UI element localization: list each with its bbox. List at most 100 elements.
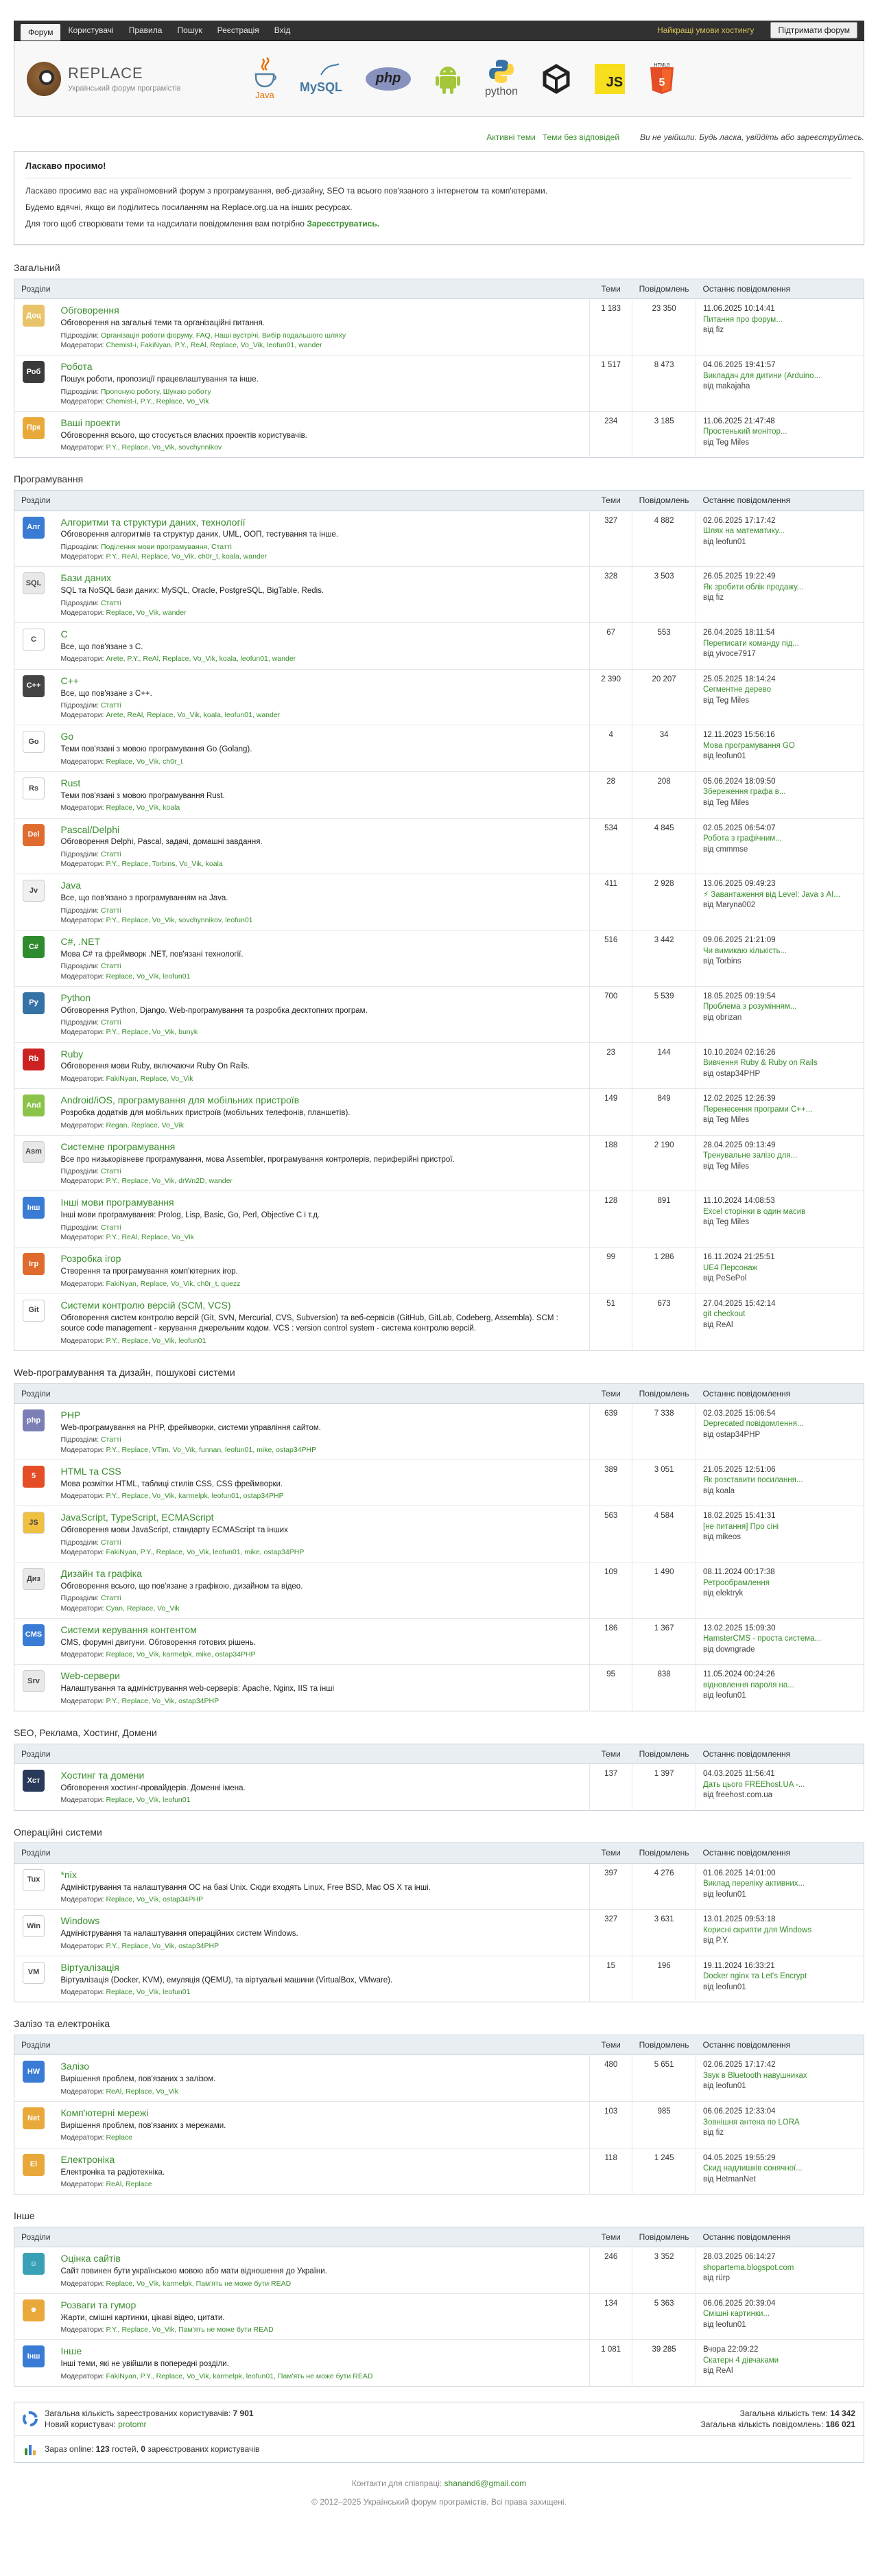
author-name[interactable]: Teg Miles (716, 438, 750, 447)
forum-title-link[interactable]: Windows (61, 1915, 583, 1928)
last-post-topic[interactable]: Смішні картинки... (703, 2309, 857, 2320)
moderator-links[interactable]: Replace, Vo_Vik, leofun01 (106, 1796, 190, 1804)
nav-item[interactable]: Вхід (267, 20, 298, 40)
last-post-topic[interactable]: Робота з графічним... (703, 834, 857, 845)
moderator-links[interactable]: P.Y., Replace, VTim, Vo_Vik, funnan, leo… (106, 1446, 316, 1454)
forum-title-link[interactable]: Python (61, 992, 583, 1005)
forum-title-link[interactable]: C (61, 628, 583, 641)
author-name[interactable]: fiz (716, 2129, 724, 2137)
nav-item[interactable]: Форум (21, 24, 61, 40)
forum-title-link[interactable]: Алгоритми та структури даних, технології (61, 516, 583, 529)
moderator-links[interactable]: P.Y., Replace, Vo_Vik, ostap34PHP (106, 1942, 219, 1950)
moderator-links[interactable]: Replace, Vo_Vik, ostap34PHP (106, 1895, 203, 1904)
last-post-date[interactable]: 27.04.2025 15:42:14 (703, 1299, 857, 1310)
forum-title-link[interactable]: Ваші проекти (61, 417, 583, 430)
last-post-topic[interactable]: Мова програмування GO (703, 741, 857, 752)
subforum-links[interactable]: Статті (101, 1594, 121, 1602)
subforum-links[interactable]: Статті (101, 701, 121, 710)
author-name[interactable]: ostap34PHP (716, 1070, 761, 1078)
last-post-topic[interactable]: відновлення пароля на... (703, 1681, 857, 1691)
last-post-date[interactable]: 11.06.2025 21:47:48 (703, 417, 857, 428)
last-post-topic[interactable]: Ретрообрамлення (703, 1578, 857, 1589)
author-name[interactable]: mikeos (716, 1533, 741, 1541)
support-forum-button[interactable]: Підтримати форум (770, 21, 857, 39)
last-post-topic[interactable]: Deprecated повідомлення... (703, 1419, 857, 1430)
moderator-links[interactable]: Replace, Vo_Vik, ch0r_t (106, 758, 182, 766)
moderator-links[interactable]: P.Y., ReAl, Replace, Vo_Vik (106, 1233, 193, 1241)
last-post-date[interactable]: 13.01.2025 09:53:18 (703, 1915, 857, 1925)
hosting-link[interactable]: Найкращі умови хостингу (657, 25, 754, 36)
author-name[interactable]: Teg Miles (716, 799, 750, 807)
last-post-topic[interactable]: Дать цього FREEhost.UA -... (703, 1780, 857, 1791)
last-post-topic[interactable]: Скатерн 4 дівчаками (703, 2356, 857, 2367)
author-name[interactable]: Teg Miles (716, 696, 750, 705)
moderator-links[interactable]: FakiNyan, Replace, Vo_Vik (106, 1075, 193, 1083)
moderator-links[interactable]: ReAl, Replace, Vo_Vik (106, 2087, 178, 2096)
forum-title-link[interactable]: Ruby (61, 1048, 583, 1061)
last-post-date[interactable]: 11.05.2024 00:24:26 (703, 1670, 857, 1681)
author-name[interactable]: leofun01 (716, 2082, 746, 2090)
author-name[interactable]: Maryna002 (716, 901, 756, 909)
forum-title-link[interactable]: Віртуалізація (61, 1961, 583, 1974)
last-post-date[interactable]: 02.06.2025 17:17:42 (703, 516, 857, 527)
moderator-links[interactable]: Replace, Vo_Vik, wander (106, 609, 186, 617)
forum-title-link[interactable]: Системи контролю версій (SCM, VCS) (61, 1299, 583, 1312)
subforum-links[interactable]: Статті (101, 1223, 121, 1232)
author-name[interactable]: rürp (716, 2274, 730, 2282)
forum-title-link[interactable]: Інші мови програмування (61, 1196, 583, 1209)
forum-title-link[interactable]: C++ (61, 675, 583, 688)
moderator-links[interactable]: P.Y., Replace, Vo_Vik, Пам'ять не може б… (106, 2326, 273, 2334)
forum-title-link[interactable]: Pascal/Delphi (61, 823, 583, 836)
last-post-date[interactable]: 13.06.2025 09:49:23 (703, 879, 857, 890)
moderator-links[interactable]: FakiNyan, P.Y., Replace, Vo_Vik, leofun0… (106, 1548, 304, 1556)
last-post-topic[interactable]: Чи вимикаю кількість... (703, 946, 857, 957)
last-post-topic[interactable]: git checkout (703, 1309, 857, 1320)
author-name[interactable]: freehost.com.ua (716, 1791, 772, 1799)
subforum-links[interactable]: Статті (101, 599, 121, 607)
last-post-topic[interactable]: Як розставити посилання... (703, 1475, 857, 1486)
last-post-topic[interactable]: Простенький монітор... (703, 427, 857, 438)
author-name[interactable]: Teg Miles (716, 1218, 750, 1226)
last-post-topic[interactable]: Вивчення Ruby & Ruby on Rails (703, 1058, 857, 1069)
forum-title-link[interactable]: Робота (61, 360, 583, 373)
last-post-date[interactable]: 10.10.2024 02:16:26 (703, 1048, 857, 1059)
author-name[interactable]: downgrade (716, 1646, 755, 1654)
last-post-date[interactable]: 25.05.2025 18:14:24 (703, 675, 857, 686)
author-name[interactable]: fiz (716, 326, 724, 334)
last-post-topic[interactable]: Docker nginx та Let's Encrypt (703, 1971, 857, 1982)
forum-title-link[interactable]: Дизайн та графіка (61, 1567, 583, 1580)
forum-title-link[interactable]: PHP (61, 1409, 583, 1422)
forum-title-link[interactable]: JavaScript, TypeScript, ECMAScript (61, 1511, 583, 1524)
forum-title-link[interactable]: Системи керування контентом (61, 1624, 583, 1637)
nav-item[interactable]: Правила (121, 20, 170, 40)
moderator-links[interactable]: P.Y., Replace, Vo_Vik, drWn2D, wander (106, 1177, 232, 1185)
moderator-links[interactable]: P.Y., ReAl, Replace, Vo_Vik, ch0r_t, koa… (106, 552, 267, 561)
author-name[interactable]: ReAl (716, 2367, 733, 2375)
last-post-date[interactable]: 13.02.2025 15:09:30 (703, 1624, 857, 1635)
moderator-links[interactable]: Replace, Vo_Vik, leofun01 (106, 972, 190, 981)
last-post-topic[interactable]: Проблема з розумінням... (703, 1002, 857, 1013)
last-post-topic[interactable]: Звук в Bluetooth навушниках (703, 2071, 857, 2082)
last-post-date[interactable]: 01.06.2025 14:01:00 (703, 1869, 857, 1880)
forum-title-link[interactable]: Бази даних (61, 572, 583, 585)
last-post-date[interactable]: 02.06.2025 17:17:42 (703, 2060, 857, 2071)
last-post-date[interactable]: 28.04.2025 09:13:49 (703, 1140, 857, 1151)
last-post-date[interactable]: 06.06.2025 12:33:04 (703, 2107, 857, 2118)
moderator-links[interactable]: P.Y., Replace, Vo_Vik, sovchynnikov, leo… (106, 916, 252, 924)
last-post-topic[interactable]: Зовнішня антена по LORA (703, 2118, 857, 2129)
moderator-links[interactable]: P.Y., Replace, Vo_Vik, karmelpk, leofun0… (106, 1492, 283, 1500)
moderator-links[interactable]: Replace, Vo_Vik, karmelpk, mike, ostap34… (106, 1650, 255, 1659)
nav-item[interactable]: Пошук (169, 20, 209, 40)
forum-title-link[interactable]: *nix (61, 1869, 583, 1882)
moderator-links[interactable]: Replace, Vo_Vik, koala (106, 804, 180, 812)
moderator-links[interactable]: Replace, Vo_Vik, leofun01 (106, 1988, 190, 1996)
moderator-links[interactable]: P.Y., Replace, Vo_Vik, ostap34PHP (106, 1697, 219, 1705)
moderator-links[interactable]: FakiNyan, P.Y., Replace, Vo_Vik, karmelp… (106, 2372, 372, 2380)
last-post-date[interactable]: 11.10.2024 14:08:53 (703, 1196, 857, 1207)
last-post-topic[interactable]: UE4 Персонаж (703, 1263, 857, 1274)
last-post-topic[interactable]: Скид надлишків сонячної... (703, 2164, 857, 2175)
author-name[interactable]: leofun01 (716, 1890, 746, 1899)
moderator-links[interactable]: P.Y., Replace, Vo_Vik, sovchynnikov (106, 443, 222, 452)
forum-title-link[interactable]: HTML та CSS (61, 1465, 583, 1478)
last-post-topic[interactable]: Збереження графа в... (703, 787, 857, 798)
